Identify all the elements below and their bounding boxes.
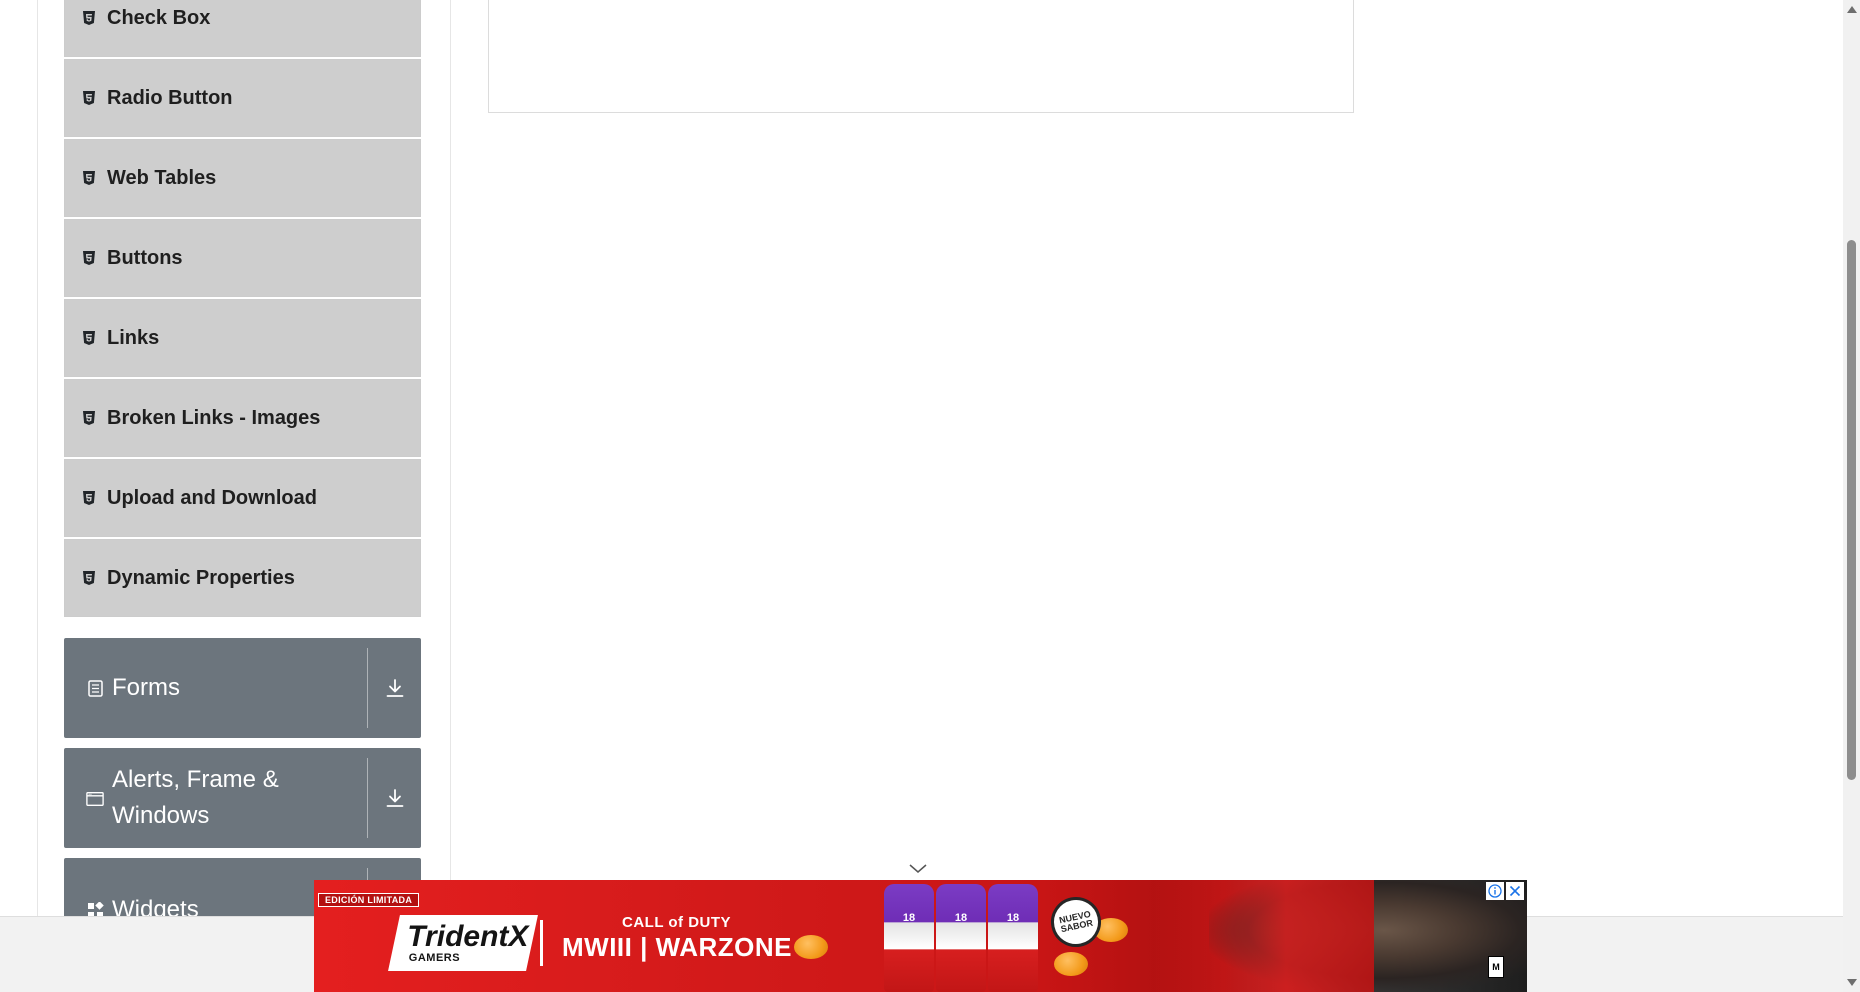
html5-icon: [82, 170, 96, 186]
close-icon[interactable]: [1506, 882, 1524, 900]
page-scrollbar[interactable]: [1843, 0, 1860, 992]
ad-gradient: [1154, 880, 1374, 992]
ad-game-logo: CALL of DUTY MWIII | WARZONE: [562, 914, 792, 962]
html5-icon: [82, 330, 96, 346]
scroll-up-arrow-icon[interactable]: [1847, 6, 1857, 13]
sidebar-item-check-box[interactable]: Check Box: [64, 0, 421, 57]
ad-new-flavor-seal: NUEVO SABOR: [1046, 892, 1106, 952]
ad-can-label: 18: [902, 912, 916, 924]
ad-can: 18: [988, 884, 1038, 992]
group-label: Forms: [112, 674, 180, 701]
ad-separator: [540, 920, 543, 966]
group-header-alerts-frame-windows[interactable]: Alerts, Frame & Windows: [64, 748, 421, 848]
sidebar-item-label: Check Box: [107, 6, 211, 29]
download-arrow-icon[interactable]: [368, 638, 421, 738]
html5-icon: [82, 490, 96, 506]
download-arrow-icon[interactable]: [368, 748, 421, 848]
scroll-down-arrow-icon[interactable]: [1847, 979, 1857, 986]
chevron-down-icon[interactable]: [908, 862, 928, 876]
sidebar-item-links[interactable]: Links: [64, 299, 421, 377]
html5-icon: [82, 250, 96, 266]
left-column-divider: [37, 0, 38, 916]
ad-gum-piece: [794, 935, 828, 959]
sidebar-item-web-tables[interactable]: Web Tables: [64, 139, 421, 217]
group-header-forms[interactable]: Forms: [64, 638, 421, 738]
sidebar-item-broken-links-images[interactable]: Broken Links - Images: [64, 379, 421, 457]
group-label: Alerts, Frame & Windows: [112, 766, 279, 829]
sidebar-item-label: Dynamic Properties: [107, 566, 295, 589]
html5-icon: [82, 90, 96, 106]
ad-brand-logo: TridentX GAMERS: [388, 915, 538, 971]
ad-can: 18: [936, 884, 986, 992]
ad-brand-sub: GAMERS: [408, 952, 461, 964]
sidebar-item-buttons[interactable]: Buttons: [64, 219, 421, 297]
html5-icon: [82, 410, 96, 426]
ad-product-cans: 18 18 18: [874, 884, 1044, 992]
ad-can-label: 18: [954, 912, 968, 924]
sidebar-item-label: Broken Links - Images: [107, 406, 321, 429]
elements-menu-list: Check Box Radio Button Web Tables Button…: [64, 0, 421, 619]
html5-icon: [82, 570, 96, 586]
ad-banner[interactable]: EDICIÓN LIMITADA TridentX GAMERS CALL of…: [314, 880, 1527, 992]
ad-brand-name: TridentX: [407, 920, 529, 953]
sidebar-item-label: Radio Button: [107, 86, 233, 109]
sidebar-item-radio-button[interactable]: Radio Button: [64, 59, 421, 137]
info-icon[interactable]: [1486, 882, 1504, 900]
sidebar-divider: [450, 0, 451, 916]
ad-gum-piece: [1054, 952, 1088, 976]
form-icon: [86, 679, 104, 697]
sidebar-item-label: Upload and Download: [107, 486, 317, 509]
main-content-card: [488, 0, 1354, 113]
sidebar-item-label: Buttons: [107, 246, 183, 269]
ad-can: 18: [884, 884, 934, 992]
ad-game-line1: CALL of DUTY: [622, 914, 732, 931]
ad-limited-badge: EDICIÓN LIMITADA: [318, 893, 420, 907]
ad-game-line2: MWIII | WARZONE: [562, 932, 792, 962]
sidebar-item-label: Links: [107, 326, 160, 349]
sidebar-item-dynamic-properties[interactable]: Dynamic Properties: [64, 539, 421, 617]
window-icon: [86, 790, 104, 808]
ad-can-label: 18: [1006, 912, 1020, 924]
scrollbar-thumb[interactable]: [1847, 240, 1856, 780]
html5-icon: [82, 10, 96, 26]
sidebar-item-upload-and-download[interactable]: Upload and Download: [64, 459, 421, 537]
sidebar-item-label: Web Tables: [107, 166, 217, 189]
ad-rating-badge: M: [1488, 956, 1504, 978]
